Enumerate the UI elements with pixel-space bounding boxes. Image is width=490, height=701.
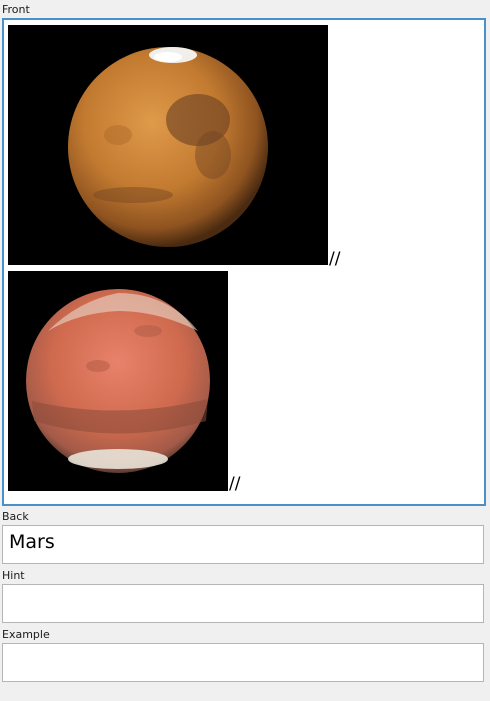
example-field[interactable] [2, 643, 484, 682]
back-field[interactable]: Mars [2, 525, 484, 564]
mars-image-2 [8, 271, 228, 491]
back-label: Back [2, 510, 29, 523]
mars-image-1 [8, 25, 328, 265]
front-field[interactable]: // // [2, 18, 486, 506]
hint-label: Hint [2, 569, 25, 582]
image-separator-2: // [229, 474, 241, 494]
mars-planet-icon [8, 25, 328, 265]
image-separator-1: // [329, 249, 341, 269]
mars-planet-icon [8, 271, 228, 491]
example-label: Example [2, 628, 50, 641]
front-label: Front [2, 3, 30, 16]
hint-field[interactable] [2, 584, 484, 623]
back-field-value: Mars [9, 531, 55, 553]
